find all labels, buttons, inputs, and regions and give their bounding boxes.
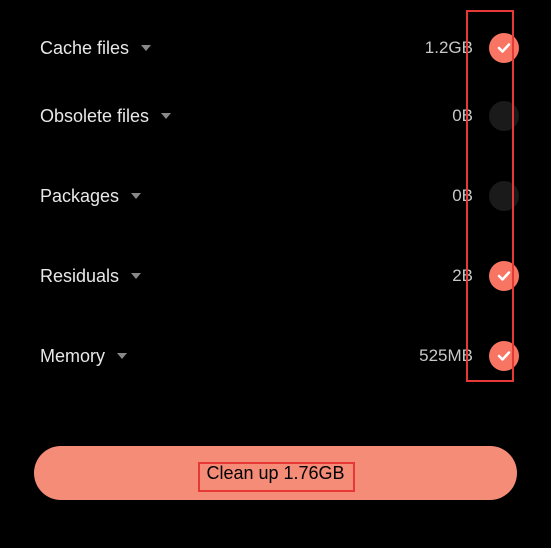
row-memory[interactable]: Memory 525MB [40,316,519,396]
item-label: Residuals [40,266,119,287]
row-packages[interactable]: Packages 0B [40,156,519,236]
checkbox-checked[interactable] [489,341,519,371]
row-residuals[interactable]: Residuals 2B [40,236,519,316]
item-size: 0B [452,106,473,126]
item-label: Memory [40,346,105,367]
item-label: Obsolete files [40,106,149,127]
chevron-down-icon [117,353,127,360]
item-size: 525MB [419,346,473,366]
item-size: 2B [452,266,473,286]
cleanup-button-label: Clean up 1.76GB [206,463,344,484]
row-cache-files[interactable]: Cache files 1.2GB [40,20,519,76]
cleanup-button[interactable]: Clean up 1.76GB [34,446,517,500]
row-obsolete-files[interactable]: Obsolete files 0B [40,76,519,156]
checkbox-checked[interactable] [489,33,519,63]
item-size: 1.2GB [425,38,473,58]
chevron-down-icon [131,273,141,280]
item-label: Cache files [40,38,129,59]
checkbox-unchecked[interactable] [489,181,519,211]
checkbox-unchecked[interactable] [489,101,519,131]
item-size: 0B [452,186,473,206]
chevron-down-icon [161,113,171,120]
checkbox-checked[interactable] [489,261,519,291]
chevron-down-icon [131,193,141,200]
item-label: Packages [40,186,119,207]
chevron-down-icon [141,45,151,52]
cleanup-list: Cache files 1.2GB Obsolete files 0B Pack… [0,0,551,396]
